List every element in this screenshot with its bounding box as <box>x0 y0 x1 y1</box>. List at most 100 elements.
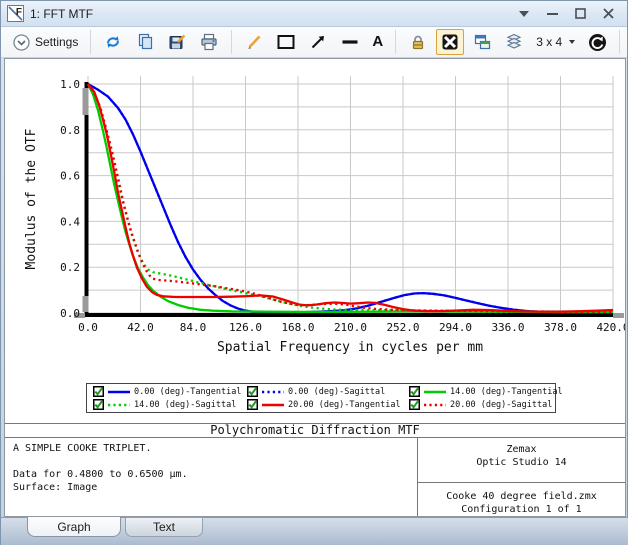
lens-title: A SIMPLE COOKE TRIPLET. <box>13 442 417 455</box>
svg-text:42.0: 42.0 <box>127 321 154 334</box>
file-cell: Cooke 40 degree field.zmx Configuration … <box>418 483 625 516</box>
legend-label: 20.00 (deg)-Tangential <box>288 400 401 410</box>
line-icon <box>340 32 360 52</box>
settings-button[interactable]: Settings <box>7 29 82 55</box>
wavelength-range: Data for 0.4800 to 0.6500 μm. <box>13 468 417 481</box>
checkbox-checked-icon[interactable] <box>93 386 104 397</box>
legend-label: 20.00 (deg)-Sagittal <box>450 400 552 410</box>
checkbox-checked-icon[interactable] <box>247 386 258 397</box>
auto-update-button[interactable] <box>583 29 611 55</box>
info-right-column: Zemax Optic Studio 14 Cooke 40 degree fi… <box>417 438 625 516</box>
legend-item[interactable]: 14.00 (deg)-Tangential <box>409 386 563 397</box>
legend-item[interactable]: 20.00 (deg)-Sagittal <box>409 399 563 410</box>
legend-label: 14.00 (deg)-Sagittal <box>134 400 236 410</box>
tab-graph[interactable]: Graph <box>27 517 121 537</box>
maximize-icon[interactable] <box>573 7 587 21</box>
checkbox-checked-icon[interactable] <box>409 399 420 410</box>
checkbox-checked-icon[interactable] <box>409 386 420 397</box>
fft-mtf-window-icon: F <box>7 5 24 22</box>
svg-text:0.0: 0.0 <box>60 307 80 320</box>
lock-button[interactable] <box>404 29 432 55</box>
legend-box: 0.00 (deg)-Tangential 0.00 (deg)-Sagittal… <box>86 383 556 413</box>
svg-text:0.8: 0.8 <box>60 124 80 137</box>
lock-icon <box>408 32 428 52</box>
chart-title: Polychromatic Diffraction MTF <box>5 423 625 438</box>
legend-label: 14.00 (deg)-Tangential <box>450 387 563 397</box>
window-title: 1: FFT MTF <box>30 7 93 21</box>
auto-update-icon <box>587 32 607 52</box>
checkbox-checked-icon[interactable] <box>93 399 104 410</box>
checkbox-checked-icon[interactable] <box>247 399 258 410</box>
save-icon <box>167 32 187 52</box>
fit-window-icon <box>440 32 460 52</box>
svg-text:336.0: 336.0 <box>491 321 524 334</box>
svg-text:84.0: 84.0 <box>180 321 207 334</box>
vendor-cell: Zemax Optic Studio 14 <box>418 438 625 483</box>
settings-chevron-icon <box>11 32 31 52</box>
rectangle-icon <box>276 32 296 52</box>
copy-button[interactable] <box>131 29 159 55</box>
legend-line-sample <box>423 401 447 409</box>
svg-text:0.2: 0.2 <box>60 261 80 274</box>
svg-text:1.0: 1.0 <box>60 78 80 91</box>
svg-text:Spatial Frequency in cycles pe: Spatial Frequency in cycles per mm <box>217 340 483 355</box>
svg-text:0.4: 0.4 <box>60 215 80 228</box>
svg-text:252.0: 252.0 <box>386 321 419 334</box>
svg-text:Modulus of the OTF: Modulus of the OTF <box>24 128 39 269</box>
mtf-plot: 0.042.084.0126.0168.0210.0252.0294.0336.… <box>5 59 625 359</box>
layers-icon <box>504 32 524 52</box>
toolbar: Settings A <box>1 27 627 58</box>
lens-notes: A SIMPLE COOKE TRIPLET. Data for 0.4800 … <box>5 438 417 516</box>
svg-text:294.0: 294.0 <box>439 321 472 334</box>
separator <box>90 30 91 54</box>
svg-text:0.6: 0.6 <box>60 170 80 183</box>
copy-window-button[interactable] <box>468 29 496 55</box>
legend-label: 0.00 (deg)-Sagittal <box>288 387 385 397</box>
legend-line-sample <box>261 401 285 409</box>
line-tool-button[interactable] <box>336 29 364 55</box>
text-icon: A <box>372 33 383 51</box>
tab-text[interactable]: Text <box>125 517 203 537</box>
arrow-tool-button[interactable] <box>304 29 332 55</box>
rectangle-tool-button[interactable] <box>272 29 300 55</box>
layers-button[interactable] <box>500 29 528 55</box>
window-menu-caret-icon[interactable] <box>517 7 531 21</box>
svg-text:168.0: 168.0 <box>281 321 314 334</box>
legend-item[interactable]: 0.00 (deg)-Tangential <box>93 386 247 397</box>
refresh-icon <box>103 32 123 52</box>
arrow-icon <box>308 32 328 52</box>
text-tool-button[interactable]: A <box>368 30 387 54</box>
svg-text:0.0: 0.0 <box>78 321 98 334</box>
separator <box>395 30 396 54</box>
copy-window-icon <box>472 32 492 52</box>
title-bar[interactable]: F 1: FFT MTF <box>1 1 627 27</box>
legend-line-sample <box>107 401 131 409</box>
save-button[interactable] <box>163 29 191 55</box>
pencil-tool-button[interactable] <box>240 29 268 55</box>
file-name: Cooke 40 degree field.zmx <box>418 490 625 503</box>
tab-bar: Graph Text <box>1 517 628 545</box>
legend-line-sample <box>423 388 447 396</box>
svg-text:126.0: 126.0 <box>229 321 262 334</box>
surface-label: Surface: Image <box>13 481 417 494</box>
legend-line-sample <box>261 388 285 396</box>
fit-window-button[interactable] <box>436 29 464 55</box>
print-button[interactable] <box>195 29 223 55</box>
minimize-icon[interactable] <box>545 7 559 21</box>
graph-panel: 0.042.084.0126.0168.0210.0252.0294.0336.… <box>4 58 626 517</box>
print-icon <box>199 32 219 52</box>
separator <box>231 30 232 54</box>
svg-text:378.0: 378.0 <box>544 321 577 334</box>
legend-item[interactable]: 0.00 (deg)-Sagittal <box>247 386 409 397</box>
legend-item[interactable]: 14.00 (deg)-Sagittal <box>93 399 247 410</box>
close-icon[interactable] <box>601 7 615 21</box>
configuration-label: Configuration 1 of 1 <box>418 503 625 516</box>
legend-item[interactable]: 20.00 (deg)-Tangential <box>247 399 409 410</box>
info-footer: A SIMPLE COOKE TRIPLET. Data for 0.4800 … <box>5 438 625 516</box>
chevron-down-icon <box>569 40 575 44</box>
separator <box>619 30 620 54</box>
grid-size-dropdown[interactable]: 3 x 4 <box>532 32 579 52</box>
grid-size-value: 3 x 4 <box>536 35 562 49</box>
fft-mtf-window: F 1: FFT MTF Settings <box>0 0 628 545</box>
refresh-button[interactable] <box>99 29 127 55</box>
